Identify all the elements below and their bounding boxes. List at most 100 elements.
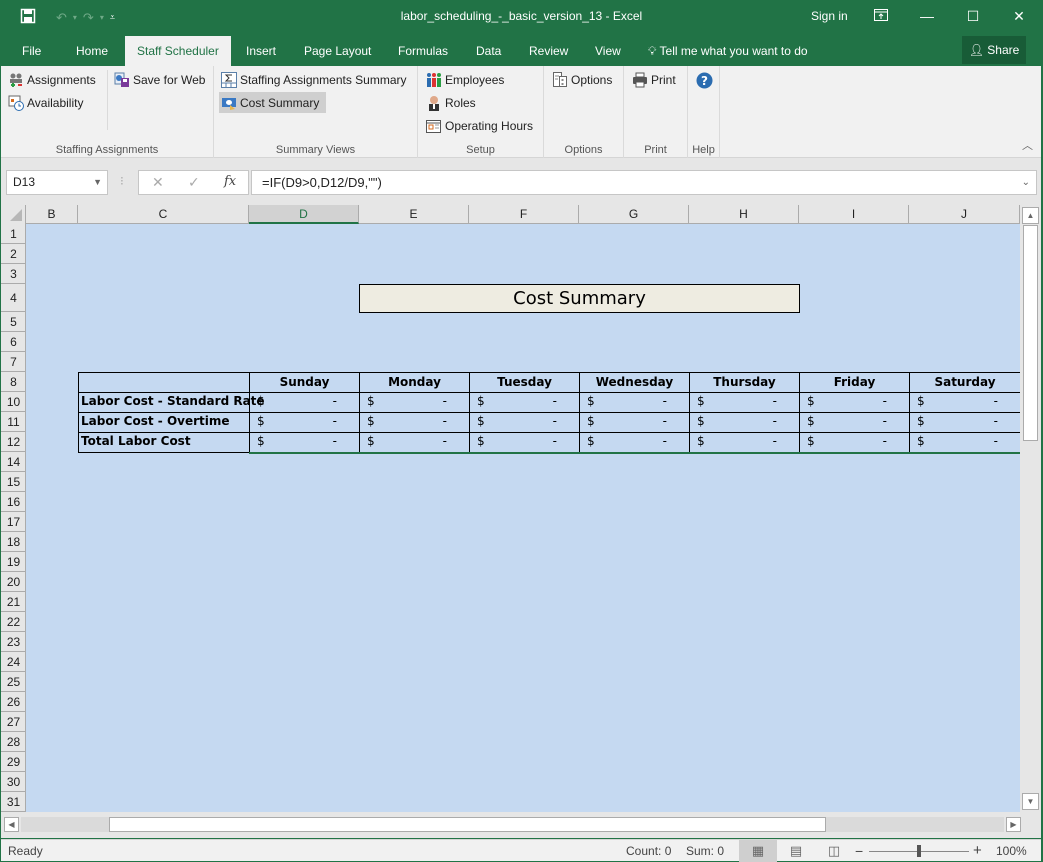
row-label-cell[interactable]: Labor Cost - Standard Rate xyxy=(78,392,265,413)
roles-button[interactable]: Roles xyxy=(424,92,478,113)
scroll-up-arrow-icon[interactable]: ▲ xyxy=(1022,207,1039,224)
cost-value-cell[interactable]: $ - xyxy=(909,392,1020,413)
cancel-icon[interactable]: ✕ xyxy=(152,174,164,191)
row-label-cell[interactable]: Total Labor Cost xyxy=(78,432,250,453)
close-button[interactable]: ✕ xyxy=(1004,5,1034,27)
assignments-button[interactable]: Assignments xyxy=(6,69,98,90)
cost-value-cell[interactable]: $ - xyxy=(579,432,690,453)
row-header-27[interactable]: 27 xyxy=(1,712,26,732)
column-header-g[interactable]: G xyxy=(579,205,689,224)
row-header-16[interactable]: 16 xyxy=(1,492,26,512)
row-label-cell[interactable]: Labor Cost - Overtime xyxy=(78,412,250,433)
tab-view[interactable]: View xyxy=(583,36,633,66)
zoom-slider-knob[interactable] xyxy=(917,845,921,857)
column-header-e[interactable]: E xyxy=(359,205,469,224)
horizontal-scroll-thumb[interactable] xyxy=(109,817,826,832)
column-header-j[interactable]: J xyxy=(909,205,1020,224)
row-header-18[interactable]: 18 xyxy=(1,532,26,552)
row-header-25[interactable]: 25 xyxy=(1,672,26,692)
cost-value-cell[interactable]: $ - xyxy=(909,432,1020,453)
row-header-1[interactable]: 1 xyxy=(1,224,26,244)
cost-value-cell[interactable]: $ - xyxy=(359,432,470,453)
insert-function-icon[interactable]: fx xyxy=(224,174,236,189)
cost-value-cell[interactable]: $ - xyxy=(799,412,910,433)
row-header-19[interactable]: 19 xyxy=(1,552,26,572)
cost-value-cell[interactable]: $ - xyxy=(689,412,800,433)
cost-value-cell[interactable]: $ - xyxy=(249,392,360,413)
row-header-5[interactable]: 5 xyxy=(1,312,26,332)
minimize-button[interactable]: — xyxy=(912,5,942,27)
cost-value-cell[interactable]: $ - xyxy=(689,392,800,413)
cost-summary-title-cell[interactable]: Cost Summary xyxy=(359,284,800,313)
day-header-wednesday[interactable]: Wednesday xyxy=(579,372,690,393)
row-header-29[interactable]: 29 xyxy=(1,752,26,772)
cost-value-cell[interactable]: $ - xyxy=(579,412,690,433)
zoom-out-icon[interactable]: − xyxy=(855,843,863,859)
cost-value-cell[interactable]: $ - xyxy=(359,412,470,433)
tab-data[interactable]: Data xyxy=(464,36,513,66)
row-header-2[interactable]: 2 xyxy=(1,244,26,264)
enter-check-icon[interactable]: ✓ xyxy=(188,174,200,191)
formula-input[interactable]: =IF(D9>0,D12/D9,"") ⌄ xyxy=(251,170,1037,195)
tab-home[interactable]: Home xyxy=(64,36,120,66)
column-header-h[interactable]: H xyxy=(689,205,799,224)
collapse-ribbon-icon[interactable]: ︿ xyxy=(1022,137,1033,153)
row-header-24[interactable]: 24 xyxy=(1,652,26,672)
normal-view-icon[interactable]: ▦ xyxy=(739,840,777,862)
day-header-sunday[interactable]: Sunday xyxy=(249,372,360,393)
cost-value-cell[interactable]: $ - xyxy=(799,432,910,453)
vertical-scrollbar[interactable]: ▲ ▼ xyxy=(1020,205,1041,812)
expand-formula-bar-icon[interactable]: ⌄ xyxy=(1022,171,1030,194)
maximize-button[interactable]: ☐ xyxy=(958,5,988,27)
row-header-20[interactable]: 20 xyxy=(1,572,26,592)
row-header-15[interactable]: 15 xyxy=(1,472,26,492)
horizontal-scrollbar[interactable]: ◀ ▶ xyxy=(1,812,1041,838)
zoom-in-icon[interactable]: + xyxy=(973,842,982,859)
scroll-right-arrow-icon[interactable]: ▶ xyxy=(1006,817,1021,832)
row-header-8[interactable]: 8 xyxy=(1,372,26,392)
row-header-10[interactable]: 10 xyxy=(1,392,26,412)
name-box-dropdown-icon[interactable]: ▼ xyxy=(93,171,102,194)
name-box[interactable]: D13 ▼ xyxy=(6,170,108,195)
column-header-b[interactable]: B xyxy=(26,205,78,224)
options-button[interactable]: Options xyxy=(550,69,614,90)
row-header-14[interactable]: 14 xyxy=(1,452,26,472)
row-header-7[interactable]: 7 xyxy=(1,352,26,372)
table-corner-cell[interactable] xyxy=(78,372,250,393)
cost-value-cell[interactable]: $ - xyxy=(249,432,360,453)
scroll-left-arrow-icon[interactable]: ◀ xyxy=(4,817,19,832)
staffing-assignments-summary-button[interactable]: Staffing Assignments Summary xyxy=(219,69,409,90)
ribbon-display-options-icon[interactable] xyxy=(866,5,896,27)
cost-value-cell[interactable]: $ - xyxy=(579,392,690,413)
print-button[interactable]: Print xyxy=(630,69,678,90)
row-header-30[interactable]: 30 xyxy=(1,772,26,792)
tab-file[interactable]: File xyxy=(10,36,53,66)
row-header-6[interactable]: 6 xyxy=(1,332,26,352)
cost-value-cell[interactable]: $ - xyxy=(469,392,580,413)
worksheet-grid[interactable]: B C D E F G H I J 1 2 3 4 5 6 7 8 10 11 12 14 15 16 17… xyxy=(1,205,1020,812)
share-button[interactable]: 👤︎ Share xyxy=(962,36,1026,64)
formula-bar-grip-icon[interactable]: ⁝ xyxy=(120,174,124,188)
tab-review[interactable]: Review xyxy=(517,36,580,66)
zoom-slider[interactable]: − + xyxy=(855,842,982,859)
tab-page-layout[interactable]: Page Layout xyxy=(292,36,383,66)
help-button[interactable]: ? xyxy=(694,69,714,90)
row-header-26[interactable]: 26 xyxy=(1,692,26,712)
zoom-level[interactable]: 100% xyxy=(996,844,1027,858)
tab-insert[interactable]: Insert xyxy=(234,36,288,66)
cost-value-cell[interactable]: $ - xyxy=(909,412,1020,433)
cost-summary-button[interactable]: Cost Summary xyxy=(219,92,326,113)
day-header-thursday[interactable]: Thursday xyxy=(689,372,800,393)
tab-staff-scheduler[interactable]: Staff Scheduler xyxy=(125,36,231,66)
column-header-d[interactable]: D xyxy=(249,205,359,224)
row-header-23[interactable]: 23 xyxy=(1,632,26,652)
sign-in-link[interactable]: Sign in xyxy=(811,9,848,23)
vertical-scroll-thumb[interactable] xyxy=(1023,225,1038,441)
row-header-31[interactable]: 31 xyxy=(1,792,26,812)
cost-value-cell[interactable]: $ - xyxy=(689,432,800,453)
day-header-friday[interactable]: Friday xyxy=(799,372,910,393)
tell-me-search[interactable]: 💡︎ Tell me what you want to do xyxy=(648,36,808,66)
row-header-17[interactable]: 17 xyxy=(1,512,26,532)
row-header-28[interactable]: 28 xyxy=(1,732,26,752)
cost-value-cell[interactable]: $ - xyxy=(469,432,580,453)
